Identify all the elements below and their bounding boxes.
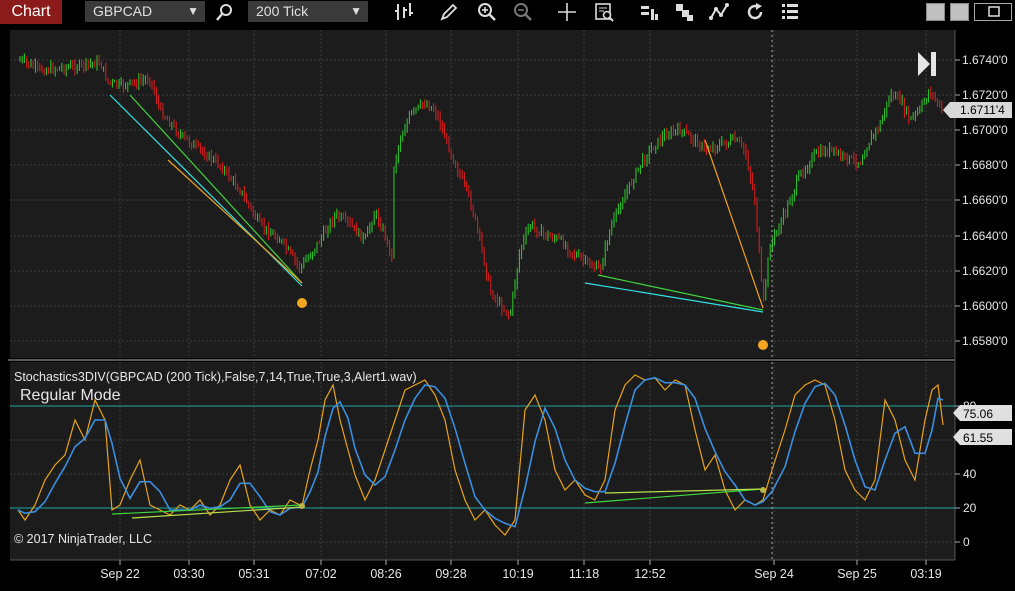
- close-button[interactable]: [974, 3, 1012, 21]
- divergence-dot: [297, 298, 307, 308]
- time-tick-label: 09:28: [435, 567, 466, 581]
- chart-title: Chart: [0, 0, 62, 24]
- svg-text:61.55: 61.55: [963, 431, 993, 445]
- chart-area[interactable]: 1.6740'0 1.6720'0 1.6700'0 1.6680'0 1.6660'0…: [0, 24, 1015, 591]
- price-tick-label: 1.6600'0: [962, 299, 1008, 313]
- interval-selector[interactable]: 200 Tick ▼: [248, 1, 368, 22]
- indicator-tick-label: 40: [963, 467, 977, 481]
- chart-toolbar: Chart GBPCAD ▼ 200 Tick ▼: [0, 0, 1015, 24]
- data-box-icon[interactable]: [593, 1, 615, 23]
- indicator-label: Stochastics3DIV(GBPCAD (200 Tick),False,…: [14, 370, 417, 384]
- strategies-icon[interactable]: [673, 1, 695, 23]
- last-price-marker: 1.6711'4: [943, 102, 1012, 118]
- maximize-button[interactable]: [950, 3, 969, 21]
- last-price-label: 1.6711'4: [960, 103, 1005, 117]
- time-tick-label: 07:02: [305, 567, 336, 581]
- price-axis: 1.6740'0 1.6720'0 1.6700'0 1.6680'0 1.6660'0…: [955, 53, 1008, 348]
- minimize-button[interactable]: [926, 3, 945, 21]
- chart-trader-icon[interactable]: [708, 1, 730, 23]
- interval-value: 200 Tick: [256, 3, 309, 19]
- time-tick-label: Sep 24: [754, 567, 794, 581]
- price-tick-label: 1.6640'0: [962, 229, 1008, 243]
- price-tick-label: 1.6740'0: [962, 53, 1008, 67]
- instrument-search-icon[interactable]: [214, 1, 236, 23]
- crosshair-icon[interactable]: [556, 1, 578, 23]
- divergence-dot: [758, 340, 768, 350]
- chevron-down-icon: ▼: [187, 4, 199, 18]
- price-tick-label: 1.6580'0: [962, 334, 1008, 348]
- price-tick-label: 1.6620'0: [962, 264, 1008, 278]
- k-value-marker: 75.06: [953, 405, 1012, 421]
- zoom-in-icon[interactable]: [476, 1, 498, 23]
- indicator-panel: [10, 362, 955, 560]
- chevron-down-icon: ▼: [350, 4, 362, 18]
- reload-icon[interactable]: [744, 1, 766, 23]
- time-tick-label: 05:31: [238, 567, 269, 581]
- zoom-out-icon[interactable]: [512, 1, 534, 23]
- time-tick-label: 12:52: [634, 567, 665, 581]
- time-tick-label: 08:26: [370, 567, 401, 581]
- price-tick-label: 1.6700'0: [962, 123, 1008, 137]
- indicator-tick-label: 0: [963, 535, 970, 549]
- time-tick-label: Sep 25: [837, 567, 877, 581]
- price-tick-label: 1.6660'0: [962, 193, 1008, 207]
- time-tick-label: Sep 22: [100, 567, 140, 581]
- bar-type-icon[interactable]: [393, 1, 415, 23]
- time-tick-label: 03:19: [910, 567, 941, 581]
- time-tick-label: 10:19: [502, 567, 533, 581]
- price-tick-label: 1.6680'0: [962, 158, 1008, 172]
- mode-label: Regular Mode: [20, 387, 121, 404]
- d-value-marker: 61.55: [953, 429, 1012, 445]
- price-panel: [10, 30, 955, 358]
- time-tick-label: 03:30: [173, 567, 204, 581]
- indicator-tick-label: 20: [963, 501, 977, 515]
- indicators-icon[interactable]: [638, 1, 660, 23]
- copyright-text: © 2017 NinjaTrader, LLC: [14, 532, 152, 546]
- price-tick-label: 1.6720'0: [962, 88, 1008, 102]
- draw-pencil-icon[interactable]: [438, 1, 460, 23]
- svg-text:75.06: 75.06: [963, 407, 993, 421]
- instrument-value: GBPCAD: [93, 3, 153, 19]
- time-tick-label: 11:18: [569, 567, 599, 581]
- instrument-selector[interactable]: GBPCAD ▼: [85, 1, 205, 22]
- restore-icon: [988, 6, 1000, 17]
- properties-icon[interactable]: [779, 1, 801, 23]
